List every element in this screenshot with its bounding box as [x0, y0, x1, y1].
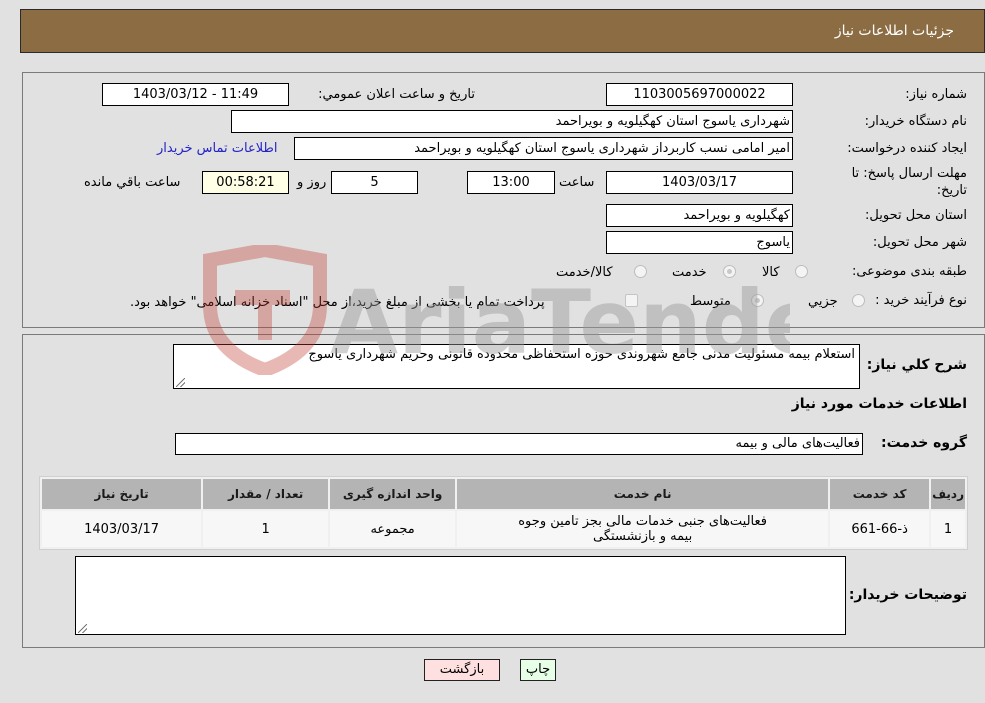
- deadline-label: مهلت ارسال پاسخ: تا تاریخ:: [851, 166, 967, 198]
- back-button[interactable]: بازگشت: [424, 659, 500, 681]
- col-unit: واحد اندازه گیری: [330, 479, 456, 509]
- col-need-date: تاریخ نیاز: [42, 479, 202, 509]
- days-label: روز و: [297, 175, 327, 190]
- resize-grip-icon[interactable]: [78, 624, 87, 633]
- remaining-label: ساعت باقي مانده: [84, 175, 181, 190]
- purchase-radio-minor[interactable]: [852, 294, 865, 307]
- service-group-field: فعالیت‌های مالی و بیمه: [175, 433, 863, 455]
- announce-datetime-label: تاریخ و ساعت اعلان عمومي:: [318, 87, 475, 102]
- delivery-province-field: کهگیلویه و بویراحمد: [606, 204, 793, 227]
- col-service-code: کد خدمت: [830, 479, 930, 509]
- page-title: جزئیات اطلاعات نیاز: [834, 23, 954, 39]
- need-number-label: شماره نیاز:: [905, 87, 967, 102]
- purchase-radio-medium[interactable]: [751, 294, 764, 307]
- category-label: طبقه بندی موضوعی:: [851, 264, 967, 279]
- col-row-number: ردیف: [931, 479, 965, 509]
- cell-unit: مجموعه: [330, 511, 456, 547]
- cell-row-number: 1: [931, 511, 965, 547]
- category-option-goods: کالا: [762, 265, 780, 280]
- description-label: شرح کلي نیاز:: [866, 357, 967, 373]
- buyer-notes-label: توضیحات خریدار:: [848, 587, 967, 603]
- cell-need-date: 1403/03/17: [42, 511, 202, 547]
- delivery-city-label: شهر محل تحویل:: [872, 235, 967, 250]
- delivery-province-label: استان محل تحویل:: [865, 208, 967, 223]
- cell-quantity: 1: [203, 511, 329, 547]
- deadline-time-field: 13:00: [467, 171, 555, 194]
- buyer-notes-textarea[interactable]: [75, 556, 846, 635]
- delivery-city-field: یاسوج: [606, 231, 793, 254]
- remaining-time-field: 00:58:21: [202, 171, 289, 194]
- deadline-time-label: ساعت: [559, 175, 595, 190]
- service-group-label: گروه خدمت:: [881, 435, 967, 451]
- requester-field: امیر امامی نسب کاربرداز شهرداری یاسوج اس…: [294, 137, 793, 160]
- services-heading: اطلاعات خدمات مورد نیاز: [791, 396, 967, 412]
- col-service-name: نام خدمت: [457, 479, 829, 509]
- category-option-goods-service: کالا/خدمت: [556, 265, 613, 280]
- description-textarea[interactable]: استعلام بیمه مسئولیت مدنی جامع شهروندی ح…: [173, 344, 860, 389]
- treasury-checkbox[interactable]: [625, 294, 638, 307]
- resize-grip-icon[interactable]: [176, 378, 185, 387]
- cell-service-name: فعالیت‌های جنبی خدمات مالی بجز تامین وجو…: [457, 511, 829, 547]
- treasury-note: پرداخت تمام یا بخشی از مبلغ خرید،از محل …: [130, 295, 545, 310]
- category-radio-goods-service[interactable]: [634, 265, 647, 278]
- description-text: استعلام بیمه مسئولیت مدنی جامع شهروندی ح…: [308, 347, 855, 362]
- deadline-date-field: 1403/03/17: [606, 171, 793, 194]
- need-number-field: 1103005697000022: [606, 83, 793, 106]
- purchase-option-medium: متوسط: [690, 294, 731, 309]
- col-quantity: تعداد / مقدار: [203, 479, 329, 509]
- print-button[interactable]: چاپ: [520, 659, 556, 681]
- table-header-row: ردیف کد خدمت نام خدمت واحد اندازه گیری ت…: [42, 479, 965, 509]
- services-table: ردیف کد خدمت نام خدمت واحد اندازه گیری ت…: [39, 476, 968, 550]
- remaining-days-field: 5: [331, 171, 418, 194]
- category-radio-goods[interactable]: [795, 265, 808, 278]
- buyer-contact-link[interactable]: اطلاعات تماس خریدار: [157, 141, 277, 156]
- page-header: جزئیات اطلاعات نیاز: [20, 9, 985, 53]
- buyer-org-label: نام دستگاه خریدار:: [864, 114, 967, 129]
- cell-service-code: ذ-66-661: [830, 511, 930, 547]
- table-row: 1 ذ-66-661 فعالیت‌های جنبی خدمات مالی بج…: [42, 511, 965, 547]
- requester-label: ایجاد کننده درخواست:: [847, 141, 967, 156]
- category-radio-service[interactable]: [723, 265, 736, 278]
- category-option-service: خدمت: [672, 265, 707, 280]
- purchase-type-label: نوع فرآیند خرید :: [875, 293, 967, 308]
- purchase-option-minor: جزيي: [808, 294, 838, 309]
- announce-datetime-field: 1403/03/12 - 11:49: [102, 83, 289, 106]
- buyer-org-field: شهرداری یاسوج استان کهگیلویه و بویراحمد: [231, 110, 793, 133]
